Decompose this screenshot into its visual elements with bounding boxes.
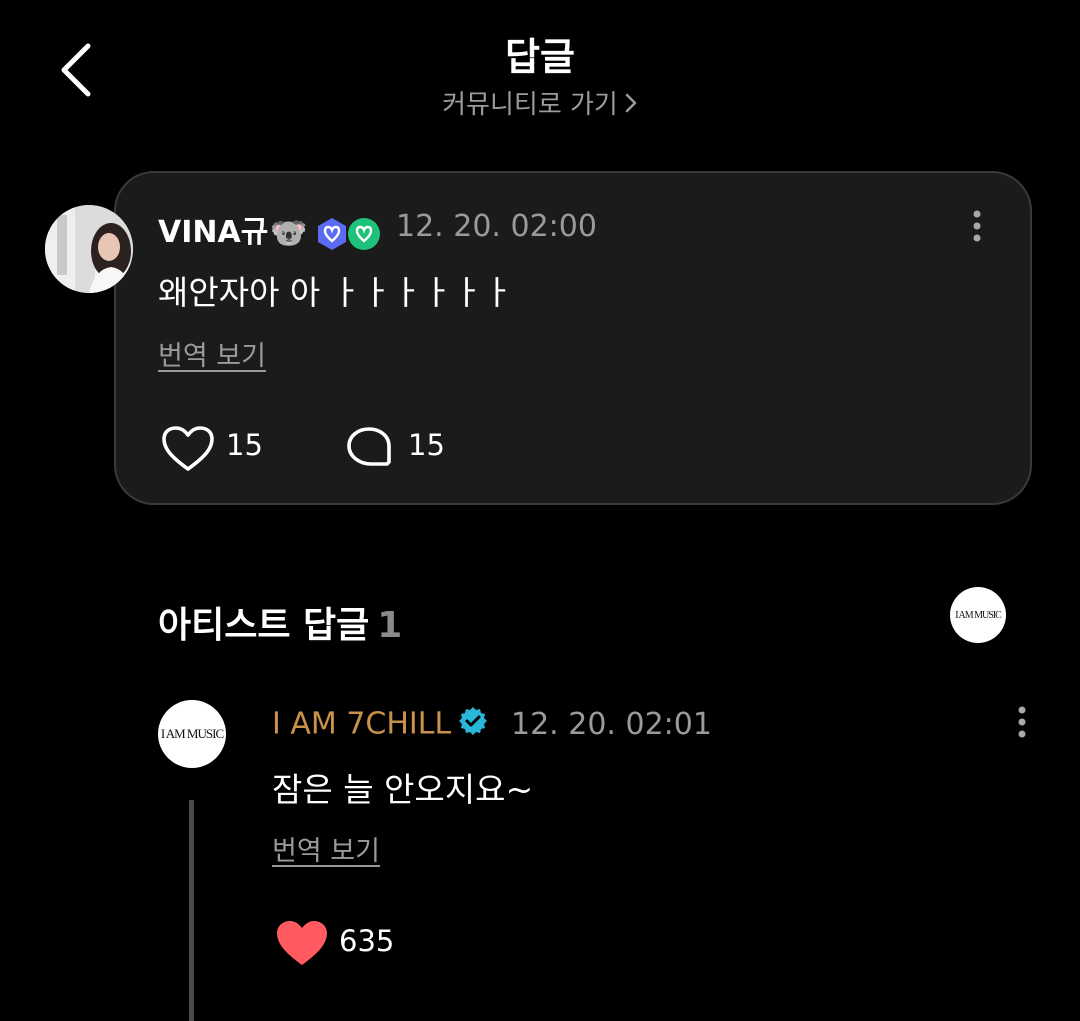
comment-bubble-icon bbox=[347, 427, 391, 466]
like-count: 15 bbox=[226, 428, 263, 462]
reply-like-count: 635 bbox=[339, 924, 395, 958]
heart-filled-icon bbox=[277, 921, 327, 965]
community-link-label: 커뮤니티로 가기 bbox=[442, 90, 618, 120]
more-vertical-icon bbox=[1018, 706, 1026, 738]
thread-line bbox=[189, 800, 194, 1021]
community-link[interactable]: 커뮤니티로 가기 bbox=[0, 84, 1080, 121]
reply-count: 15 bbox=[408, 428, 445, 462]
membership-badge-icon bbox=[317, 217, 346, 250]
artist-name-label: I AM 7CHILL bbox=[272, 706, 452, 742]
user-avatar-photo bbox=[45, 205, 133, 293]
fan-badge-icon bbox=[347, 217, 380, 250]
koala-emoji: 🐨 bbox=[270, 216, 308, 251]
user-badges bbox=[314, 216, 382, 252]
page-title: 답글 bbox=[505, 35, 575, 79]
more-options-button[interactable] bbox=[960, 207, 994, 247]
artist-replies-title: 아티스트 답글 bbox=[158, 605, 370, 646]
reply-timestamp: 12. 20. 02:01 bbox=[511, 707, 712, 742]
heart-outline-icon bbox=[162, 426, 214, 471]
reply-translate-link[interactable]: 번역 보기 bbox=[272, 829, 380, 868]
artist-logo-avatar[interactable]: I AM MUSIC bbox=[950, 587, 1006, 643]
artist-logo-text: I AM MUSIC bbox=[955, 609, 1002, 621]
artist-replies-count: 1 bbox=[377, 605, 403, 646]
reply-more-options-button[interactable] bbox=[1005, 703, 1039, 743]
reply-like-button[interactable] bbox=[274, 918, 330, 970]
user-avatar[interactable] bbox=[45, 205, 133, 293]
artist-avatar-logo-text: I AM MUSIC bbox=[160, 726, 224, 741]
reply-text: 잠은 늘 안오지요~ bbox=[272, 770, 534, 809]
verified-badge-icon bbox=[457, 705, 489, 745]
chevron-right-icon bbox=[624, 91, 638, 121]
username[interactable]: VINA규🐨 bbox=[158, 207, 382, 252]
comment-text: 왜안자아 아 ㅏㅏㅏㅏㅏㅏ bbox=[158, 273, 513, 312]
artist-replies-heading: 아티스트 답글 1 bbox=[158, 596, 402, 648]
more-vertical-icon bbox=[973, 210, 981, 242]
translate-link[interactable]: 번역 보기 bbox=[158, 334, 266, 373]
like-button[interactable] bbox=[160, 424, 216, 474]
reply-button[interactable] bbox=[343, 424, 395, 474]
artist-avatar[interactable]: I AM MUSIC bbox=[158, 700, 226, 768]
artist-name[interactable]: I AM 7CHILL bbox=[272, 705, 489, 745]
username-label: VINA규 bbox=[158, 215, 269, 250]
comment-timestamp: 12. 20. 02:00 bbox=[396, 209, 597, 244]
